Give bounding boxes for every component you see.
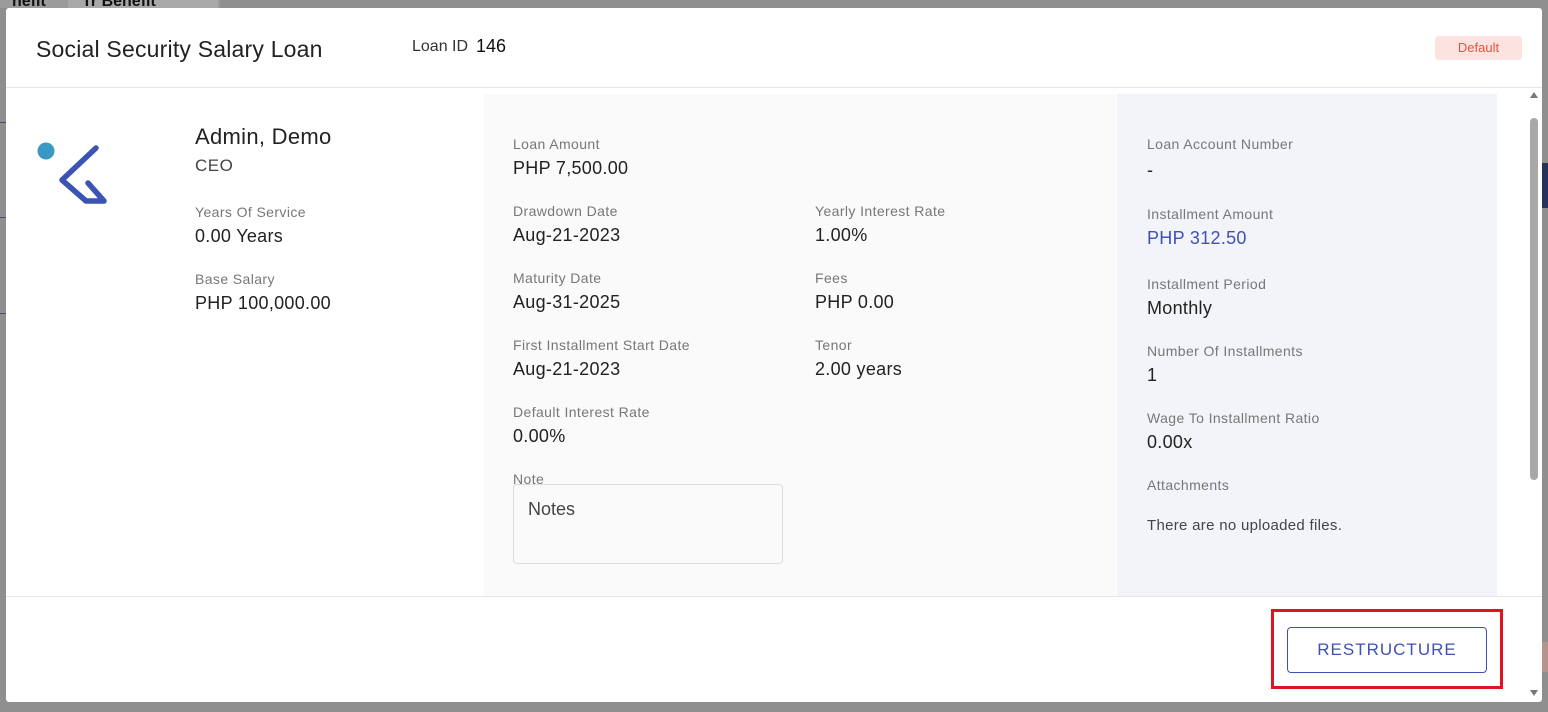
tenor-label: Tenor xyxy=(815,337,853,353)
drawdown-date-value: Aug-21-2023 xyxy=(513,225,621,245)
employee-position: CEO xyxy=(195,156,234,175)
modal-footer: RESTRUCTURE xyxy=(6,597,1542,702)
chevron-up-icon[interactable] xyxy=(1530,92,1538,98)
number-of-installments-label: Number Of Installments xyxy=(1147,343,1303,359)
yearly-interest-rate-label: Yearly Interest Rate xyxy=(815,203,946,219)
modal-header: Social Security Salary Loan Loan ID 146 … xyxy=(6,8,1542,88)
loan-details-modal: Social Security Salary Loan Loan ID 146 … xyxy=(6,8,1542,702)
scrollbar-thumb[interactable] xyxy=(1530,118,1538,480)
maturity-date-value: Aug-31-2025 xyxy=(513,292,621,312)
employee-name: Admin, Demo xyxy=(195,124,332,149)
loan-id-value: 146 xyxy=(476,36,507,56)
default-interest-rate-value: 0.00% xyxy=(513,426,566,446)
loan-account-number-value: - xyxy=(1147,160,1154,180)
first-installment-date-value: Aug-21-2023 xyxy=(513,359,621,379)
installment-amount-value: PHP 312.50 xyxy=(1147,228,1247,248)
drawdown-date-label: Drawdown Date xyxy=(513,203,618,219)
wage-ratio-value: 0.00x xyxy=(1147,432,1193,452)
installment-amount-label: Installment Amount xyxy=(1147,206,1274,222)
loan-account-number-label: Loan Account Number xyxy=(1147,136,1294,152)
restructure-button[interactable]: RESTRUCTURE xyxy=(1287,627,1487,673)
modal-title: Social Security Salary Loan xyxy=(36,36,323,62)
installment-period-value: Monthly xyxy=(1147,298,1213,318)
fees-label: Fees xyxy=(815,270,848,286)
years-of-service-value: 0.00 Years xyxy=(195,226,284,246)
years-of-service-label: Years Of Service xyxy=(195,204,306,220)
attachments-empty-message: There are no uploaded files. xyxy=(1147,517,1343,534)
company-logo-icon xyxy=(37,142,107,204)
base-salary-label: Base Salary xyxy=(195,271,275,287)
status-badge: Default xyxy=(1435,36,1522,60)
notes-textarea[interactable]: Notes xyxy=(513,484,783,564)
attachments-label: Attachments xyxy=(1147,477,1230,493)
loan-id-label: Loan ID xyxy=(412,38,469,55)
number-of-installments-value: 1 xyxy=(1147,365,1158,385)
maturity-date-label: Maturity Date xyxy=(513,270,602,286)
base-salary-value: PHP 100,000.00 xyxy=(195,293,331,313)
tenor-value: 2.00 years xyxy=(815,359,903,379)
first-installment-date-label: First Installment Start Date xyxy=(513,337,690,353)
loan-amount-value: PHP 7,500.00 xyxy=(513,158,629,178)
loan-amount-label: Loan Amount xyxy=(513,136,600,152)
notes-placeholder: Notes xyxy=(528,499,576,519)
wage-ratio-label: Wage To Installment Ratio xyxy=(1147,410,1320,426)
yearly-interest-rate-value: 1.00% xyxy=(815,225,868,245)
default-interest-rate-label: Default Interest Rate xyxy=(513,404,650,420)
fees-value: PHP 0.00 xyxy=(815,292,895,312)
installment-period-label: Installment Period xyxy=(1147,276,1267,292)
